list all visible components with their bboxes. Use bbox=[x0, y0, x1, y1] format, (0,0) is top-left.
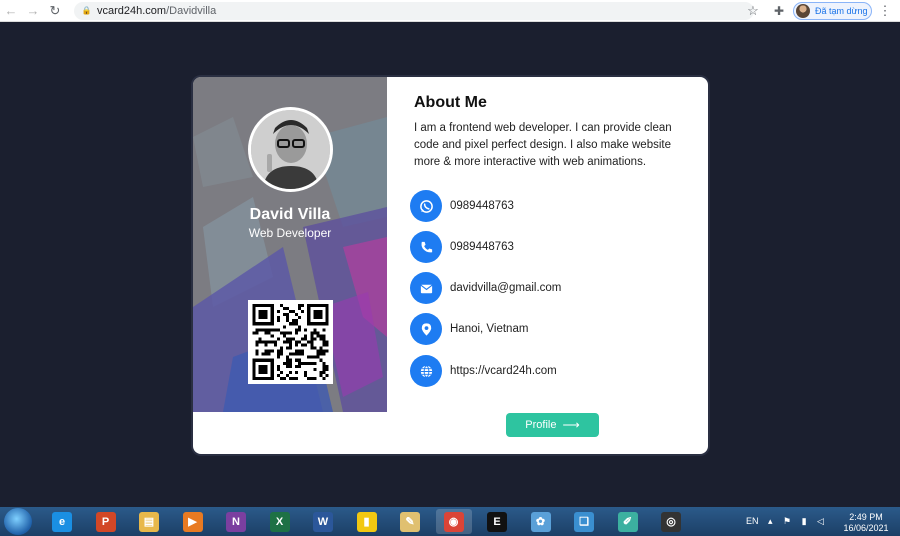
power-bi-icon: ▮ bbox=[356, 511, 377, 532]
contact-whatsapp[interactable]: 0989448763 bbox=[410, 190, 514, 222]
arrow-right-icon: ⟶ bbox=[562, 418, 580, 432]
contact-email-value: davidvilla@gmail.com bbox=[450, 282, 562, 294]
taskbar-app-excel[interactable]: X bbox=[262, 509, 298, 534]
taskbar-app-onenote[interactable]: N bbox=[218, 509, 254, 534]
whatsapp-icon bbox=[410, 190, 442, 222]
profile-button[interactable]: Profile ⟶ bbox=[506, 413, 599, 437]
taskbar-app-book[interactable]: ❑ bbox=[566, 509, 602, 534]
editor-icon: ✐ bbox=[617, 511, 638, 532]
url-path: /Davidvilla bbox=[166, 4, 217, 17]
card-right-panel: About Me I am a frontend web developer. … bbox=[387, 77, 708, 454]
contact-email[interactable]: davidvilla@gmail.com bbox=[410, 272, 561, 304]
taskbar-app-paint[interactable]: ✿ bbox=[523, 509, 559, 534]
contact-phone-value: 0989448763 bbox=[450, 241, 514, 253]
reload-icon[interactable]: ↻ bbox=[44, 0, 66, 22]
contact-website-value: https://vcard24h.com bbox=[450, 365, 557, 377]
browser-toolbar: ← → ↻ 🔒 vcard24h.com/Davidvilla ☆ ✚ Đã t… bbox=[0, 0, 900, 22]
lock-icon: 🔒 bbox=[81, 6, 92, 15]
profile-button-label: Profile bbox=[525, 419, 557, 431]
powerpoint-icon: P bbox=[95, 511, 116, 532]
chrome-icon: ◉ bbox=[443, 511, 464, 532]
bookmark-star-icon[interactable]: ☆ bbox=[744, 2, 762, 20]
taskbar-app-word[interactable]: W bbox=[305, 509, 341, 534]
notepad-icon: ✎ bbox=[400, 511, 420, 532]
profile-label: Đã tạm dừng bbox=[815, 6, 868, 16]
contact-website[interactable]: https://vcard24h.com bbox=[410, 355, 557, 387]
qr-code bbox=[248, 300, 333, 384]
taskbar-app-editor[interactable]: ✐ bbox=[610, 509, 646, 534]
card-name: David Villa bbox=[249, 206, 331, 223]
url-host: vcard24h.com bbox=[97, 4, 167, 17]
back-arrow-icon[interactable]: ← bbox=[0, 0, 22, 22]
avatar bbox=[248, 107, 333, 192]
menu-kebab-icon[interactable]: ⋮ bbox=[878, 2, 892, 20]
taskbar-app-internet-explorer[interactable]: e bbox=[44, 509, 80, 534]
terminal-icon: E bbox=[487, 511, 507, 532]
word-icon: W bbox=[313, 511, 333, 532]
eye-app-icon: ◎ bbox=[661, 511, 681, 532]
taskbar-app-chrome[interactable]: ◉ bbox=[435, 509, 472, 534]
address-bar[interactable]: 🔒 vcard24h.com/Davidvilla bbox=[74, 1, 754, 20]
media-player-icon: ▶ bbox=[182, 511, 203, 532]
language-indicator[interactable]: EN bbox=[746, 516, 759, 526]
map-marker-icon bbox=[410, 313, 442, 345]
taskbar-clock[interactable]: 2:49 PM 16/06/2021 bbox=[836, 512, 896, 534]
about-title: About Me bbox=[414, 94, 487, 111]
extensions-puzzle-icon[interactable]: ✚ bbox=[770, 2, 788, 20]
vcard: David Villa Web Developer About Me I am … bbox=[193, 77, 708, 454]
clock-date: 16/06/2021 bbox=[843, 523, 889, 533]
card-role: Web Developer bbox=[248, 226, 332, 240]
taskbar-app-power-bi[interactable]: ▮ bbox=[349, 509, 385, 534]
envelope-icon bbox=[410, 272, 442, 304]
book-icon: ❑ bbox=[574, 511, 594, 532]
internet-explorer-icon: e bbox=[52, 511, 72, 532]
forward-arrow-icon[interactable]: → bbox=[22, 0, 44, 22]
about-text: I am a frontend web developer. I can pro… bbox=[414, 122, 672, 168]
globe-icon bbox=[410, 355, 442, 387]
profile-button[interactable]: Đã tạm dừng bbox=[793, 2, 872, 20]
excel-icon: X bbox=[269, 511, 290, 532]
profile-avatar bbox=[796, 4, 810, 18]
card-left-panel: David Villa Web Developer bbox=[193, 77, 387, 412]
contact-whatsapp-value: 0989448763 bbox=[450, 200, 514, 212]
start-button[interactable] bbox=[4, 508, 32, 535]
taskbar-app-powerpoint[interactable]: P bbox=[88, 509, 124, 534]
taskbar-app-notepad[interactable]: ✎ bbox=[392, 509, 428, 534]
person-photo-icon bbox=[251, 110, 330, 189]
qr-code-icon bbox=[252, 304, 329, 380]
taskbar-app-media-player[interactable]: ▶ bbox=[175, 509, 211, 534]
onenote-icon: N bbox=[226, 511, 246, 532]
phone-icon bbox=[410, 231, 442, 263]
taskbar-app-eye-app[interactable]: ◎ bbox=[653, 509, 689, 534]
windows-taskbar: e P ▤ ▶ N X W ▮ ✎ ◉ E ✿ ❑ ✐ ◎ EN ▴ ⚑ ▮ ◁ 2:49 PM 16/06… bbox=[0, 507, 900, 536]
contact-address[interactable]: Hanoi, Vietnam bbox=[410, 313, 528, 345]
contact-address-value: Hanoi, Vietnam bbox=[450, 323, 529, 335]
file-explorer-icon: ▤ bbox=[139, 511, 159, 532]
contact-phone[interactable]: 0989448763 bbox=[410, 231, 514, 263]
system-tray-icons[interactable]: ▴ ⚑ ▮ ◁ bbox=[768, 516, 828, 527]
clock-time: 2:49 PM bbox=[849, 512, 883, 522]
paint-icon: ✿ bbox=[530, 511, 551, 532]
avatar-photo bbox=[251, 110, 330, 189]
taskbar-app-terminal[interactable]: E bbox=[479, 509, 515, 534]
taskbar-app-file-explorer[interactable]: ▤ bbox=[131, 509, 167, 534]
